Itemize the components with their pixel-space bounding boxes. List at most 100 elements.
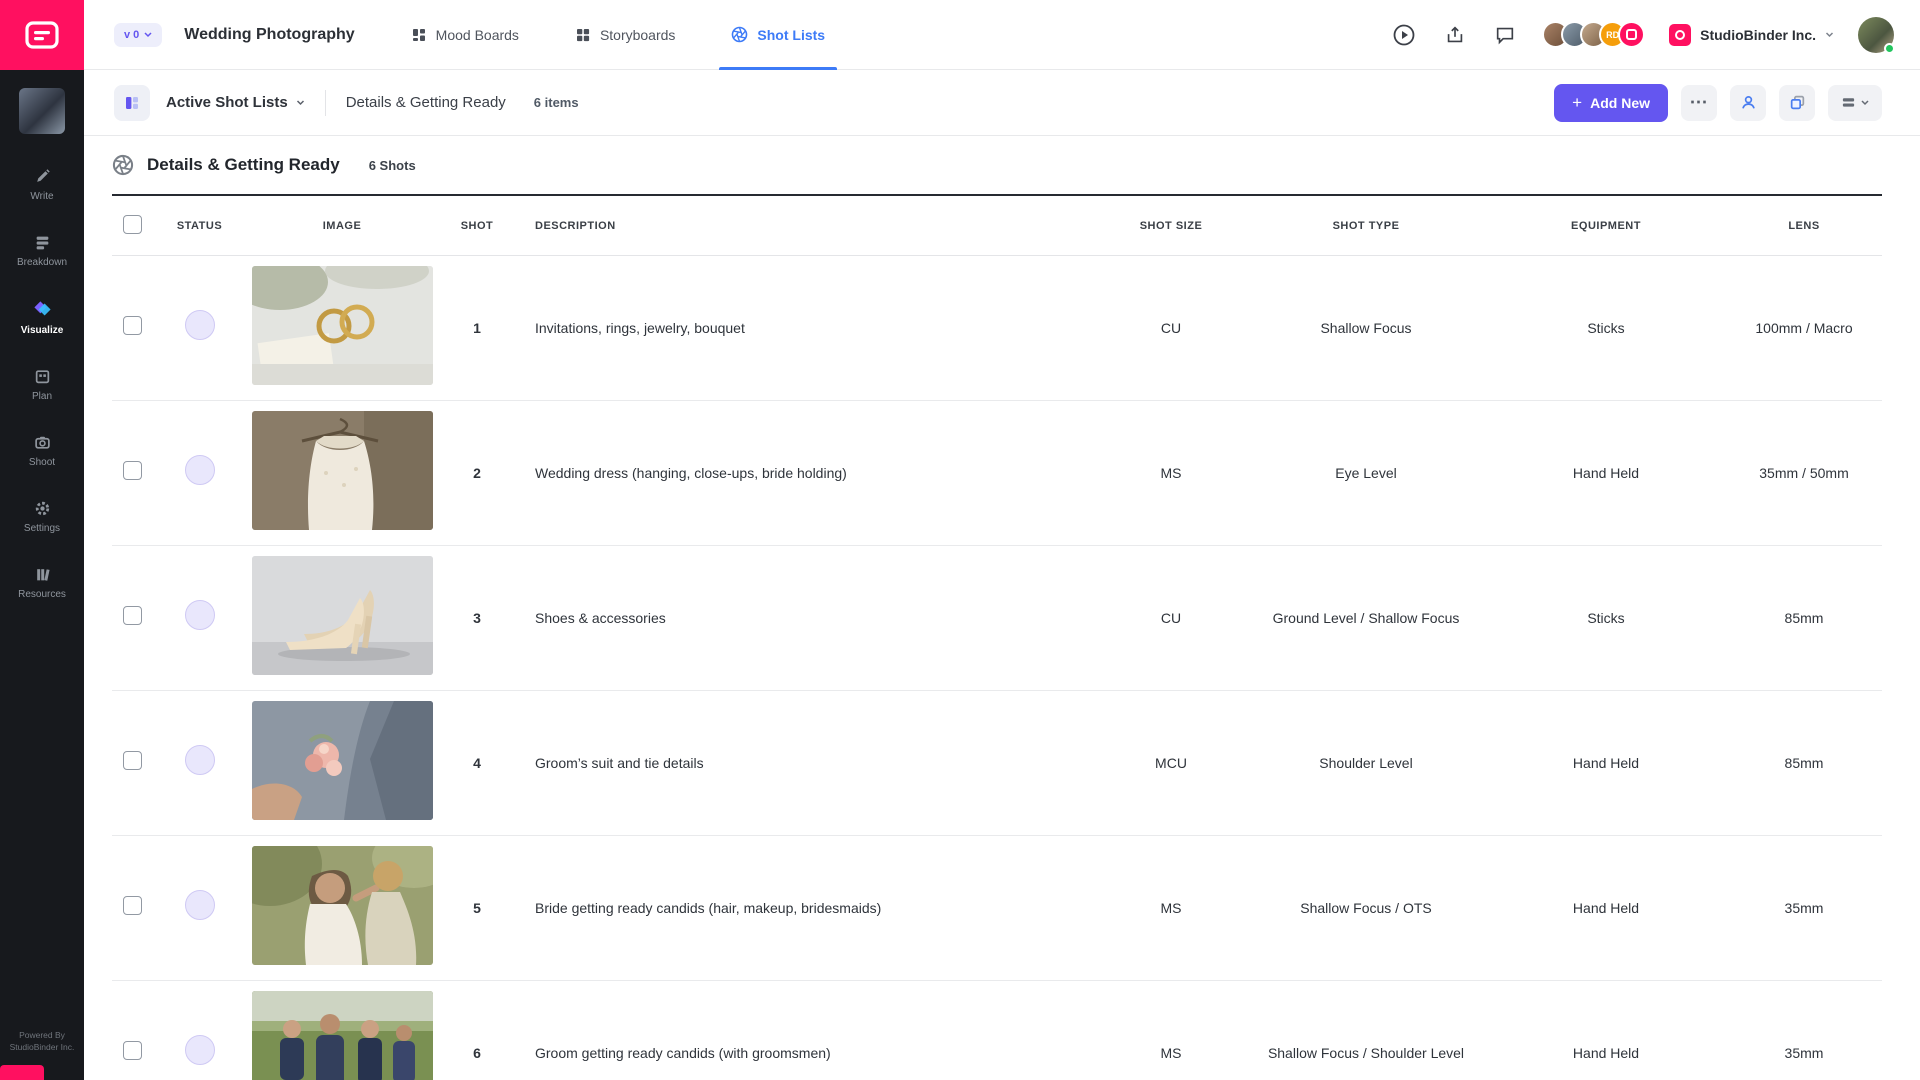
chat-launcher[interactable] — [0, 1065, 44, 1080]
shot-size[interactable]: CU — [1096, 608, 1246, 628]
shot-equipment[interactable]: Sticks — [1486, 318, 1726, 338]
row-checkbox[interactable] — [123, 896, 142, 915]
shot-description[interactable]: Wedding dress (hanging, close-ups, bride… — [517, 463, 1096, 483]
table-row: 2 Wedding dress (hanging, close-ups, bri… — [112, 401, 1882, 546]
share-button[interactable] — [1442, 22, 1468, 48]
workspace-menu[interactable]: StudioBinder Inc. — [1669, 24, 1834, 46]
status-indicator[interactable] — [185, 890, 215, 920]
aperture-icon — [731, 26, 748, 43]
shot-size[interactable]: MS — [1096, 898, 1246, 918]
row-checkbox[interactable] — [123, 461, 142, 480]
list-view-button[interactable] — [114, 85, 150, 121]
version-selector[interactable]: v 0 — [114, 23, 162, 47]
sidebar-item-plan[interactable]: Plan — [0, 368, 84, 402]
shot-lens[interactable]: 35mm / 50mm — [1726, 463, 1882, 483]
more-options-button[interactable]: ⋯ — [1681, 85, 1717, 121]
shot-type[interactable]: Ground Level / Shallow Focus — [1246, 608, 1486, 628]
select-all-checkbox[interactable] — [123, 215, 142, 234]
share-icon — [1444, 24, 1466, 46]
shot-description[interactable]: Invitations, rings, jewelry, bouquet — [517, 318, 1096, 338]
shot-type[interactable]: Shoulder Level — [1246, 753, 1486, 773]
shotlist-toolbar: Active Shot Lists Details & Getting Read… — [84, 70, 1920, 136]
tab-mood-boards[interactable]: Mood Boards — [411, 0, 519, 70]
shot-lens[interactable]: 35mm — [1726, 898, 1882, 918]
row-image-cell — [247, 846, 437, 970]
status-indicator[interactable] — [185, 600, 215, 630]
status-indicator[interactable] — [185, 455, 215, 485]
sidebar-item-shoot[interactable]: Shoot — [0, 434, 84, 468]
shot-description[interactable]: Groom getting ready candids (with grooms… — [517, 1043, 1096, 1063]
shot-thumbnail[interactable] — [252, 991, 433, 1080]
gear-icon — [34, 500, 51, 517]
sheet-header: Details & Getting Ready 6 Shots — [112, 136, 1882, 196]
shot-thumbnail[interactable] — [252, 701, 433, 820]
row-status-cell — [152, 890, 247, 925]
sidebar-item-label: Shoot — [29, 457, 55, 468]
shot-equipment[interactable]: Sticks — [1486, 608, 1726, 628]
status-indicator[interactable] — [185, 1035, 215, 1065]
shot-size[interactable]: CU — [1096, 318, 1246, 338]
shot-list-selector[interactable]: Active Shot Lists — [166, 94, 305, 111]
shot-equipment[interactable]: Hand Held — [1486, 753, 1726, 773]
breakdown-icon — [34, 234, 51, 251]
layout-button[interactable] — [1779, 85, 1815, 121]
select-all-cell — [112, 215, 152, 237]
shot-lens[interactable]: 85mm — [1726, 753, 1882, 773]
sidebar-item-resources[interactable]: Resources — [0, 566, 84, 600]
tab-storyboards[interactable]: Storyboards — [575, 0, 675, 70]
items-count: 6 items — [534, 95, 579, 110]
sidebar-item-write[interactable]: Write — [0, 168, 84, 202]
comments-button[interactable] — [1492, 22, 1518, 48]
table-row: 4 Groom’s suit and tie details MCU Shoul… — [112, 691, 1882, 836]
sidebar-item-settings[interactable]: Settings — [0, 500, 84, 534]
row-checkbox[interactable] — [123, 316, 142, 335]
view-density-button[interactable] — [1828, 85, 1882, 121]
shot-thumbnail[interactable] — [252, 556, 433, 675]
shot-equipment[interactable]: Hand Held — [1486, 463, 1726, 483]
status-indicator[interactable] — [185, 310, 215, 340]
column-header-status: STATUS — [152, 220, 247, 232]
studiobinder-logo-icon — [25, 21, 59, 49]
shot-description[interactable]: Bride getting ready candids (hair, makeu… — [517, 898, 1096, 918]
shot-thumbnail[interactable] — [252, 411, 433, 530]
shot-size[interactable]: MS — [1096, 1043, 1246, 1063]
table-row: 5 Bride getting ready candids (hair, mak… — [112, 836, 1882, 981]
shot-thumbnail[interactable] — [252, 846, 433, 965]
comment-icon — [1494, 24, 1516, 46]
shot-size[interactable]: MCU — [1096, 753, 1246, 773]
shot-type[interactable]: Shallow Focus — [1246, 318, 1486, 338]
shot-type[interactable]: Shallow Focus / OTS — [1246, 898, 1486, 918]
shot-lens[interactable]: 85mm — [1726, 608, 1882, 628]
row-select-cell — [112, 316, 152, 340]
tab-shot-lists[interactable]: Shot Lists — [731, 0, 825, 70]
play-button[interactable] — [1390, 21, 1418, 49]
shot-lens[interactable]: 100mm / Macro — [1726, 318, 1882, 338]
row-status-cell — [152, 455, 247, 490]
shot-description[interactable]: Shoes & accessories — [517, 608, 1096, 628]
project-thumbnail[interactable] — [19, 88, 65, 134]
shot-number: 4 — [437, 753, 517, 773]
user-avatar[interactable] — [1858, 17, 1894, 53]
collaborators-button[interactable] — [1730, 85, 1766, 121]
shot-type[interactable]: Eye Level — [1246, 463, 1486, 483]
status-indicator[interactable] — [185, 745, 215, 775]
row-checkbox[interactable] — [123, 1041, 142, 1060]
row-status-cell — [152, 600, 247, 635]
shot-equipment[interactable]: Hand Held — [1486, 1043, 1726, 1063]
shot-thumbnail[interactable] — [252, 266, 433, 385]
sidebar-item-breakdown[interactable]: Breakdown — [0, 234, 84, 268]
row-image-cell — [247, 991, 437, 1080]
row-checkbox[interactable] — [123, 606, 142, 625]
app-window: Write Breakdown Visualize Plan Shoot Set… — [0, 0, 1920, 1080]
table-row: 3 Shoes & accessories CU Ground Level / … — [112, 546, 1882, 691]
shot-description[interactable]: Groom’s suit and tie details — [517, 753, 1096, 773]
shot-equipment[interactable]: Hand Held — [1486, 898, 1726, 918]
shot-type[interactable]: Shallow Focus / Shoulder Level — [1246, 1043, 1486, 1063]
add-new-button[interactable]: + Add New — [1554, 84, 1668, 122]
sidebar-item-visualize[interactable]: Visualize — [0, 300, 84, 336]
studiobinder-logo[interactable] — [0, 0, 84, 70]
row-checkbox[interactable] — [123, 751, 142, 770]
shot-lens[interactable]: 35mm — [1726, 1043, 1882, 1063]
row-status-cell — [152, 1035, 247, 1070]
shot-size[interactable]: MS — [1096, 463, 1246, 483]
